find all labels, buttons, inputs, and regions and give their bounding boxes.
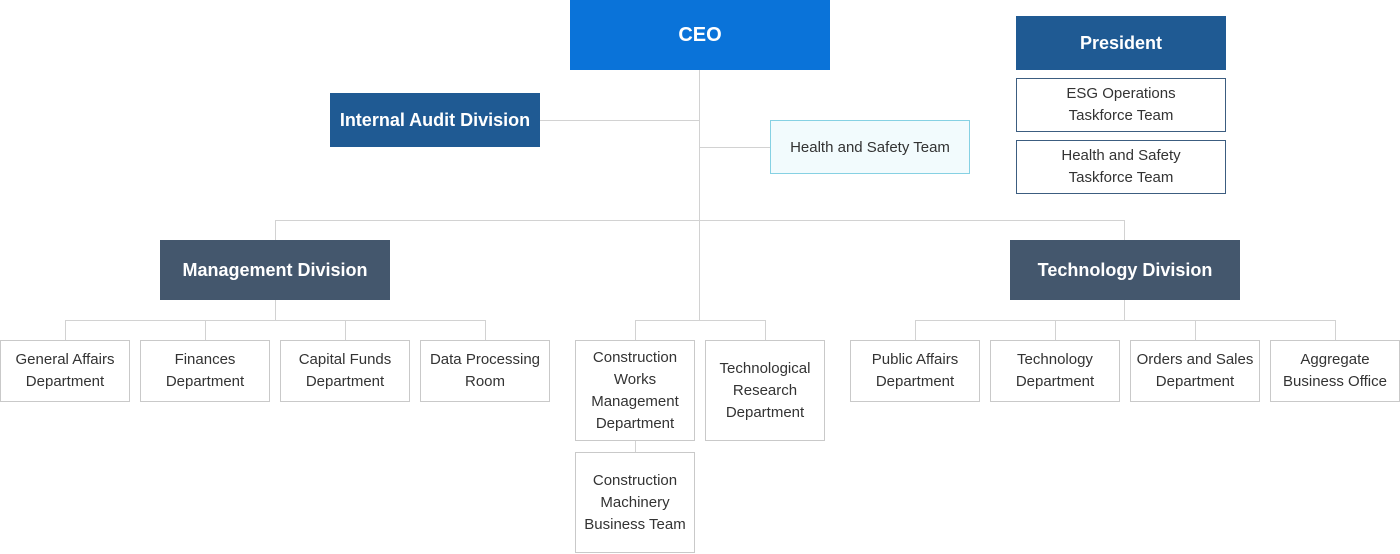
president-label: President xyxy=(1079,32,1163,53)
connector-audit xyxy=(540,120,699,121)
hs-taskforce-line-2: Taskforce Team xyxy=(1068,169,1174,186)
dept-orders-sales-line-1: Orders and Sales xyxy=(1136,351,1254,368)
technology-division-box: Technology Division xyxy=(1010,240,1240,300)
dept-tech-research-line-1: Technological xyxy=(719,359,811,377)
dept-construction-works: Construction Works Management Department xyxy=(575,340,695,441)
connector-mgmt-bar xyxy=(65,320,485,321)
dept-construction-works-line-3: Management xyxy=(591,392,679,410)
dept-construction-machinery: Construction Machinery Business Team xyxy=(575,452,695,553)
dept-aggregate-line-1: Aggregate xyxy=(1300,351,1370,368)
internal-audit-label: Internal Audit Division xyxy=(339,109,531,130)
dept-tech-research-line-2: Research xyxy=(732,381,798,399)
dept-technology-line-1: Technology xyxy=(1017,351,1093,368)
connector-mgmt-dept-4 xyxy=(485,320,486,340)
president-box: President xyxy=(1016,16,1226,70)
dept-data-processing-line-1: Data Processing xyxy=(429,351,541,368)
connector-mgmt-dept-3 xyxy=(345,320,346,340)
dept-data-processing: Data Processing Room xyxy=(420,340,550,402)
dept-public-affairs-line-2: Department xyxy=(875,373,955,390)
connector-mgmt-drop xyxy=(275,220,276,240)
connector-mgmt-dept-2 xyxy=(205,320,206,340)
connector-tech-dept-2 xyxy=(1055,320,1056,340)
esg-taskforce-box: ESG Operations Taskforce Team xyxy=(1016,78,1226,132)
dept-capital-funds-line-1: Capital Funds xyxy=(298,351,392,368)
dept-technology-line-2: Department xyxy=(1015,373,1095,390)
dept-construction-works-line-1: Construction xyxy=(592,348,678,366)
dept-finances: Finances Department xyxy=(140,340,270,402)
dept-aggregate-line-2: Business Office xyxy=(1283,373,1387,390)
dept-data-processing-line-2: Room xyxy=(464,373,505,390)
connector-tech-bar xyxy=(915,320,1335,321)
connector-ceo-trunk xyxy=(699,70,700,321)
dept-general-affairs-line-1: General Affairs xyxy=(15,351,115,368)
dept-orders-sales: Orders and Sales Department xyxy=(1130,340,1260,402)
connector-tech-down xyxy=(1124,300,1125,321)
dept-general-affairs: General Affairs Department xyxy=(0,340,130,402)
connector-tech-drop xyxy=(1124,220,1125,240)
dept-tech-research: Technological Research Department xyxy=(705,340,825,441)
ceo-box: CEO xyxy=(570,0,830,70)
esg-taskforce-line-2: Taskforce Team xyxy=(1068,107,1174,124)
dept-construction-machinery-line-3: Business Team xyxy=(584,515,686,533)
connector-mgmt-down xyxy=(275,300,276,321)
health-safety-team-box: Health and Safety Team xyxy=(770,120,970,174)
dept-finances-line-1: Finances xyxy=(174,351,236,368)
dept-tech-research-line-3: Department xyxy=(725,403,805,421)
management-division-box: Management Division xyxy=(160,240,390,300)
dept-general-affairs-line-2: Department xyxy=(25,373,105,390)
connector-divisions-bar xyxy=(275,220,1125,221)
technology-division-label: Technology Division xyxy=(1037,259,1213,280)
dept-construction-machinery-line-1: Construction xyxy=(592,471,678,489)
connector-center-2 xyxy=(765,320,766,340)
connector-tech-dept-1 xyxy=(915,320,916,340)
dept-technology: Technology Department xyxy=(990,340,1120,402)
dept-orders-sales-line-2: Department xyxy=(1155,373,1235,390)
connector-center-1 xyxy=(635,320,636,340)
esg-taskforce-line-1: ESG Operations xyxy=(1066,85,1176,102)
dept-construction-works-line-2: Works xyxy=(613,370,657,388)
dept-capital-funds-line-2: Department xyxy=(305,373,385,390)
dept-public-affairs: Public Affairs Department xyxy=(850,340,980,402)
hs-taskforce-line-1: Health and Safety xyxy=(1061,147,1181,164)
dept-construction-works-line-4: Department xyxy=(595,414,675,432)
management-division-label: Management Division xyxy=(182,259,368,280)
dept-construction-machinery-line-2: Machinery xyxy=(600,493,670,511)
connector-tech-dept-3 xyxy=(1195,320,1196,340)
dept-capital-funds: Capital Funds Department xyxy=(280,340,410,402)
connector-hs-team xyxy=(700,147,770,148)
hs-taskforce-box: Health and Safety Taskforce Team xyxy=(1016,140,1226,194)
connector-center-bar xyxy=(635,320,765,321)
dept-finances-line-2: Department xyxy=(165,373,245,390)
ceo-label: CEO xyxy=(678,23,722,46)
health-safety-team-label: Health and Safety Team xyxy=(790,138,950,156)
internal-audit-box: Internal Audit Division xyxy=(330,93,540,147)
connector-machinery xyxy=(635,441,636,452)
dept-public-affairs-line-1: Public Affairs xyxy=(871,351,959,368)
dept-aggregate: Aggregate Business Office xyxy=(1270,340,1400,402)
connector-mgmt-dept-1 xyxy=(65,320,66,340)
connector-tech-dept-4 xyxy=(1335,320,1336,340)
